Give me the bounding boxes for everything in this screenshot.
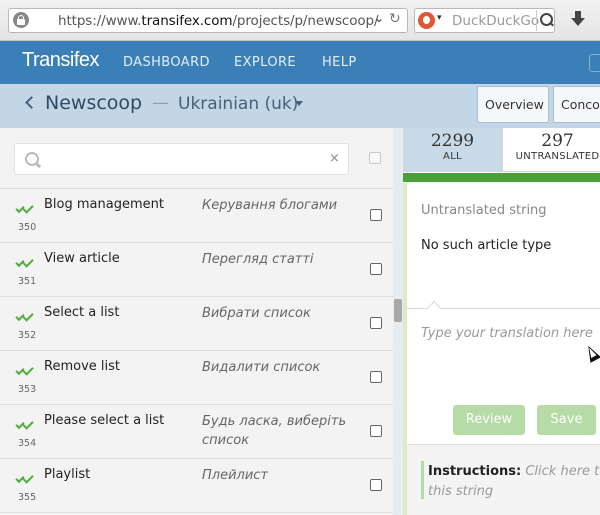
transifex-logo[interactable]: Transifex: [22, 49, 100, 72]
url-text[interactable]: https://www.transifex.com/projects/p/new…: [58, 13, 379, 29]
language-selector[interactable]: Ukrainian (uk): [178, 94, 298, 114]
source-string-text: No such article type: [421, 238, 552, 253]
user-menu-icon[interactable]: [589, 54, 600, 72]
title-separator: —: [152, 93, 169, 113]
translation-string: Будь ласка, виберіть список: [202, 414, 347, 448]
list-scrollbar[interactable]: [393, 128, 403, 515]
instructions-hint[interactable]: Click here to a: [525, 464, 600, 479]
save-button[interactable]: Save: [537, 405, 596, 435]
translation-string: Перегляд статті: [202, 252, 314, 267]
string-list: 350 Blog management Керування блогами 35…: [0, 189, 393, 515]
row-checkbox[interactable]: [370, 425, 382, 437]
list-item[interactable]: 355 Playlist Плейлист: [0, 459, 393, 513]
select-all-checkbox[interactable]: [369, 152, 381, 164]
project-name[interactable]: Newscoop: [45, 92, 142, 114]
instructions-label: Instructions:: [428, 464, 522, 479]
tab-overview[interactable]: Overview: [477, 86, 549, 123]
list-item[interactable]: 354 Please select a list Будь ласка, виб…: [0, 405, 393, 459]
translation-string: Керування блогами: [202, 198, 338, 213]
reviewed-check-icon: [16, 476, 34, 486]
all-count: 2299: [430, 131, 475, 151]
source-string: View article: [44, 251, 120, 266]
tab-concordance[interactable]: Concor: [553, 86, 600, 123]
string-number: 353: [18, 384, 37, 395]
untranslated-label: UNTRANSLATED: [515, 151, 600, 162]
translation-textarea[interactable]: Type your translation here: [421, 326, 596, 341]
string-filter-input[interactable]: ×: [14, 143, 349, 175]
back-chevron-icon[interactable]: [25, 96, 38, 109]
source-string: Remove list: [44, 359, 120, 374]
row-checkbox[interactable]: [370, 371, 382, 383]
translation-string: Видалити список: [202, 360, 321, 375]
source-string: Blog management: [44, 197, 164, 212]
duckduckgo-icon[interactable]: [418, 12, 435, 29]
top-navigation: Transifex DASHBOARD EXPLORE HELP: [0, 41, 600, 84]
url-dropdown-icon[interactable]: ⌄: [374, 11, 384, 25]
string-number: 352: [18, 330, 37, 341]
instructions-section[interactable]: Instructions: Click here to a this strin…: [403, 444, 600, 515]
filter-all-tab[interactable]: 2299 ALL: [403, 128, 502, 172]
nav-help[interactable]: HELP: [322, 55, 357, 70]
source-string: Playlist: [44, 467, 91, 482]
translation-progress-bar: [403, 173, 600, 182]
list-item[interactable]: 352 Select a list Вибрати список: [0, 297, 393, 351]
nav-dashboard[interactable]: DASHBOARD: [123, 55, 210, 70]
string-list-panel: × 350 Blog management Керування блогами …: [0, 128, 393, 515]
reviewed-check-icon: [16, 368, 34, 378]
caret-down-icon[interactable]: [295, 101, 303, 106]
reviewed-check-icon: [16, 206, 34, 216]
browser-search-input[interactable]: DuckDuckGo: [452, 13, 539, 29]
browser-toolbar: https://www.transifex.com/projects/p/new…: [0, 0, 600, 41]
list-item[interactable]: 351 View article Перегляд статті: [0, 243, 393, 297]
row-checkbox[interactable]: [370, 209, 382, 221]
all-label: ALL: [443, 151, 462, 162]
untranslated-count: 297: [541, 131, 574, 151]
list-item[interactable]: 353 Remove list Видалити список: [0, 351, 393, 405]
scrollbar-thumb[interactable]: [394, 299, 402, 322]
reload-icon[interactable]: ↻: [389, 11, 401, 27]
source-string: Please select a list: [44, 413, 165, 428]
download-icon[interactable]: [569, 10, 587, 30]
divider-notch: [426, 300, 442, 316]
row-checkbox[interactable]: [370, 479, 382, 491]
search-engine-dropdown-icon[interactable]: ▾: [437, 13, 442, 23]
instructions-hint-continued[interactable]: this string: [428, 484, 493, 499]
identity-arrow-icon: [33, 13, 43, 27]
editor-header: Newscoop — Ukrainian (uk) Overview Conco…: [0, 84, 600, 128]
reviewed-check-icon: [16, 260, 34, 270]
editor-left-accent: [403, 183, 407, 515]
string-number: 350: [18, 222, 37, 233]
browser-search-bar[interactable]: ▾ DuckDuckGo: [414, 8, 555, 33]
reviewed-check-icon: [16, 422, 34, 432]
filter-bar: ×: [0, 128, 393, 189]
translation-string: Вибрати список: [202, 306, 311, 321]
instructions-accent-bar: [421, 461, 424, 499]
translation-string: Плейлист: [202, 468, 269, 483]
source-string: Select a list: [44, 305, 120, 320]
string-number: 351: [18, 276, 37, 287]
review-button[interactable]: Review: [453, 405, 525, 435]
search-icon: [25, 152, 41, 168]
row-checkbox[interactable]: [370, 263, 382, 275]
search-icon[interactable]: [536, 10, 555, 31]
url-bar[interactable]: https://www.transifex.com/projects/p/new…: [8, 8, 408, 33]
string-number: 354: [18, 438, 37, 449]
filter-untranslated-tab[interactable]: 297 UNTRANSLATED: [502, 128, 600, 172]
lock-icon[interactable]: [13, 12, 29, 28]
editor-panel: 2299 ALL 297 UNTRANSLATED Untranslated s…: [403, 128, 600, 515]
instructions-text[interactable]: Instructions: Click here to a this strin…: [428, 462, 600, 502]
nav-explore[interactable]: EXPLORE: [234, 55, 296, 70]
row-checkbox[interactable]: [370, 317, 382, 329]
clear-icon[interactable]: ×: [329, 151, 340, 166]
string-status-label: Untranslated string: [421, 203, 547, 218]
list-item[interactable]: 350 Blog management Керування блогами: [0, 189, 393, 243]
reviewed-check-icon: [16, 314, 34, 324]
string-number: 355: [18, 492, 37, 503]
